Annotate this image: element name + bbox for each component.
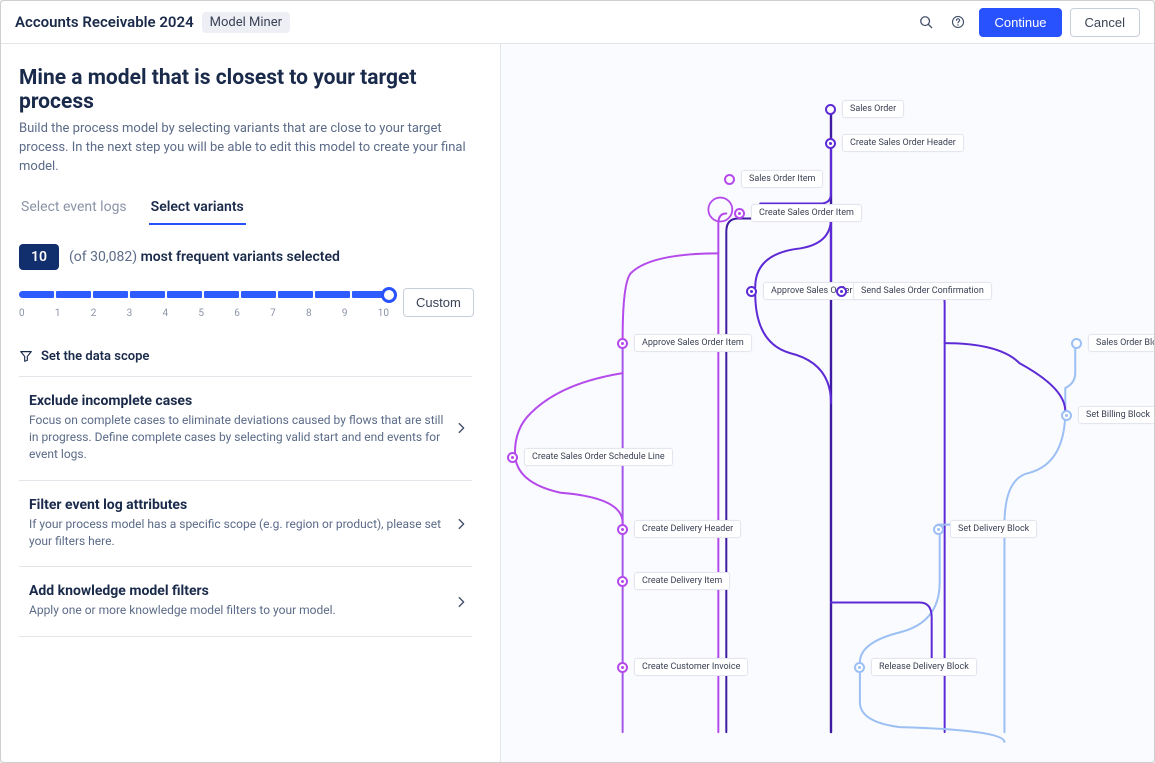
body: Mine a model that is closest to your tar… xyxy=(1,44,1154,762)
tabs: Select event logs Select variants xyxy=(19,195,472,226)
node-label: Send Sales Order Confirmation xyxy=(853,282,992,300)
node-schedule-line[interactable]: Create Sales Order Schedule Line xyxy=(507,448,673,466)
node-dot-icon xyxy=(836,286,847,297)
search-icon[interactable] xyxy=(913,9,939,35)
node-label: Approve Sales Order Item xyxy=(634,334,752,352)
node-customer-invoice[interactable]: Create Customer Invoice xyxy=(617,658,748,676)
top-bar: Accounts Receivable 2024 Model Miner Con… xyxy=(1,1,1154,44)
filter-icon xyxy=(19,349,33,363)
page-subtitle: Build the process model by selecting var… xyxy=(19,120,472,177)
scope-item-exclude[interactable]: Exclude incomplete cases Focus on comple… xyxy=(19,376,472,480)
node-dot-icon xyxy=(746,286,757,297)
left-panel: Mine a model that is closest to your tar… xyxy=(1,44,501,762)
continue-button[interactable]: Continue xyxy=(979,8,1061,37)
node-delivery-item[interactable]: Create Delivery Item xyxy=(617,572,730,590)
slider-tick-labels: 012 345 678 910 xyxy=(19,308,389,319)
node-label: Create Delivery Item xyxy=(634,572,730,590)
node-dot-icon xyxy=(825,104,836,115)
process-diagram[interactable]: Sales Order Create Sales Order Header Sale… xyxy=(501,44,1154,762)
node-delivery-header[interactable]: Create Delivery Header xyxy=(617,520,741,538)
breadcrumb-title: Accounts Receivable 2024 xyxy=(15,13,194,31)
node-dot-icon xyxy=(1071,338,1082,349)
node-send-confirm[interactable]: Send Sales Order Confirmation xyxy=(836,282,992,300)
node-label: Sales Order Item xyxy=(741,170,823,188)
diagram-panel: Sales Order Create Sales Order Header Sale… xyxy=(501,44,1154,762)
variant-count-row: 10 (of 30,082) most frequent variants se… xyxy=(19,244,472,270)
node-label: Sales Order Block xyxy=(1088,334,1154,352)
node-approve-item[interactable]: Approve Sales Order Item xyxy=(617,334,752,352)
node-dot-icon xyxy=(617,576,628,587)
slider-knob[interactable] xyxy=(381,287,397,303)
node-dot-icon xyxy=(1061,410,1072,421)
node-create-item[interactable]: Create Sales Order Item xyxy=(734,204,862,222)
node-dot-icon xyxy=(933,524,944,535)
node-create-header[interactable]: Create Sales Order Header xyxy=(825,134,964,152)
node-label: Create Delivery Header xyxy=(634,520,741,538)
node-dot-icon xyxy=(507,452,518,463)
node-label: Create Sales Order Item xyxy=(751,204,862,222)
node-sales-order[interactable]: Sales Order xyxy=(825,100,904,118)
chevron-right-icon xyxy=(454,517,468,531)
variant-slider-row: 012 345 678 910 Custom xyxy=(19,288,472,319)
node-dot-icon xyxy=(734,208,745,219)
variant-slider[interactable]: 012 345 678 910 xyxy=(19,288,389,319)
node-sales-order-block[interactable]: Sales Order Block xyxy=(1071,334,1154,352)
node-release-delivery[interactable]: Release Delivery Block xyxy=(854,658,977,676)
tab-event-logs[interactable]: Select event logs xyxy=(19,195,129,225)
variant-count-text: (of 30,082) most frequent variants selec… xyxy=(69,249,340,265)
node-label: Create Sales Order Header xyxy=(842,134,964,152)
chevron-right-icon xyxy=(454,595,468,609)
scope-item-knowledge[interactable]: Add knowledge model filters Apply one or… xyxy=(19,566,472,636)
node-dot-icon xyxy=(724,174,735,185)
node-label: Create Customer Invoice xyxy=(634,658,748,676)
chevron-right-icon xyxy=(454,421,468,435)
node-label: Create Sales Order Schedule Line xyxy=(524,448,673,466)
node-label: Sales Order xyxy=(842,100,904,118)
slider-track[interactable] xyxy=(19,288,389,302)
help-icon[interactable] xyxy=(945,9,971,35)
node-sales-order-item[interactable]: Sales Order Item xyxy=(724,170,823,188)
cancel-button[interactable]: Cancel xyxy=(1070,8,1140,37)
node-dot-icon xyxy=(825,138,836,149)
node-set-billing[interactable]: Set Billing Block xyxy=(1061,406,1154,424)
scope-header: Set the data scope xyxy=(19,349,472,364)
breadcrumb-chip[interactable]: Model Miner xyxy=(202,12,290,33)
node-dot-icon xyxy=(617,338,628,349)
node-label: Set Billing Block xyxy=(1078,406,1154,424)
node-set-delivery[interactable]: Set Delivery Block xyxy=(933,520,1037,538)
custom-button[interactable]: Custom xyxy=(403,288,474,317)
tab-variants[interactable]: Select variants xyxy=(149,195,246,225)
node-dot-icon xyxy=(617,524,628,535)
variant-count-badge: 10 xyxy=(19,244,59,270)
node-dot-icon xyxy=(854,662,865,673)
node-label: Set Delivery Block xyxy=(950,520,1037,538)
node-dot-icon xyxy=(617,662,628,673)
scope-item-filter-attrs[interactable]: Filter event log attributes If your proc… xyxy=(19,480,472,567)
node-label: Release Delivery Block xyxy=(871,658,977,676)
app-frame: Accounts Receivable 2024 Model Miner Con… xyxy=(0,0,1155,763)
page-title: Mine a model that is closest to your tar… xyxy=(19,66,472,114)
